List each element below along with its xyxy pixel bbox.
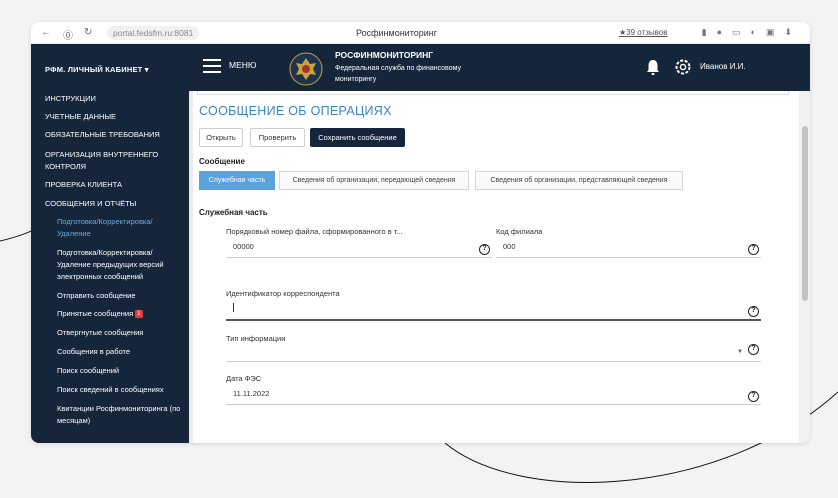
sidebar-subitem-search-messages[interactable]: Поиск сообщений [57,365,185,377]
sidebar-item-requirements[interactable]: ОБЯЗАТЕЛЬНЫЕ ТРЕБОВАНИЯ [45,129,185,141]
open-button[interactable]: Открыть [199,128,243,147]
menu-icon[interactable] [203,59,221,73]
sidebar-subitem-accepted-label: Принятые сообщения [57,309,134,318]
sidebar-subitem-in-progress[interactable]: Сообщения в работе [57,346,185,358]
info-type-label: Тип информации [226,334,286,343]
scrollbar[interactable] [799,91,810,443]
brand-subtitle: Федеральная служба по финансовому монито… [335,65,461,83]
cabinet-menu[interactable]: РФМ. ЛИЧНЫЙ КАБИНЕТ ▾ [45,65,149,74]
sidebar-item-messages[interactable]: СООБЩЕНИЯ И ОТЧЁТЫ [45,198,185,210]
fes-date-input[interactable]: 11.11.2022 [233,389,269,398]
fes-date-underline [226,404,761,405]
browser-tab-title: Росфинмониторинг [356,28,438,38]
sidebar-subitem-prepare[interactable]: Подготовка/Корректировка/Удаление [57,216,185,240]
sidebar-subitem-send[interactable]: Отправить сообщение [57,290,185,302]
fes-date-help-icon[interactable]: ? [748,391,759,402]
section-service-part: Служебная часть [199,208,268,217]
sidebar: ИНСТРУКЦИИ УЧЕТНЫЕ ДАННЫЕ ОБЯЗАТЕЛЬНЫЕ Т… [31,91,189,443]
back-icon[interactable]: ← [41,27,51,38]
browser-toolbar: ← ⓪ ↻ portal.fedsfm.ru:8081 Росфинмонито… [31,22,810,44]
file-number-input[interactable]: 00000 [233,242,254,251]
accepted-count-badge: 1 [135,310,143,318]
check-button[interactable]: Проверить [250,128,305,147]
emblem-icon [289,52,323,86]
brand-title: РОСФИНМОНИТОРИНГ [335,50,434,60]
text-cursor [233,303,234,312]
correspondent-id-underline [226,319,761,321]
browser-window: ← ⓪ ↻ portal.fedsfm.ru:8081 Росфинмонито… [31,22,810,443]
sidebar-subitem-prepare-previous[interactable]: Подготовка/Корректировка/Удаление предыд… [57,247,185,283]
file-number-underline [226,257,492,258]
app-header: РФМ. ЛИЧНЫЙ КАБИНЕТ ▾ МЕНЮ РОСФИНМОНИТОР… [31,44,810,91]
correspondent-id-label: Идентификатор корреспондента [226,289,340,298]
sidebar-item-client-check[interactable]: ПРОВЕРКА КЛИЕНТА [45,179,185,191]
reviews-link[interactable]: ★39 отзывов [619,28,668,37]
bell-icon[interactable] [645,58,661,76]
address-bar[interactable]: portal.fedsfm.ru:8081 [107,26,200,40]
branch-code-help-icon[interactable]: ? [748,244,759,255]
page-title: СООБЩЕНИЕ ОБ ОПЕРАЦИЯХ [199,104,392,118]
correspondent-id-help-icon[interactable]: ? [748,306,759,317]
yandex-icon[interactable]: ⓪ [63,27,73,42]
reload-icon[interactable]: ↻ [84,27,92,38]
chevron-down-icon[interactable]: ▼ [737,349,743,355]
scrollbar-thumb[interactable] [802,126,808,301]
branch-code-input[interactable]: 000 [503,242,516,251]
file-number-help-icon[interactable]: ? [479,244,490,255]
main-area: СООБЩЕНИЕ ОБ ОПЕРАЦИЯХ Открыть Проверить… [189,91,810,443]
sidebar-subitem-search-info[interactable]: Поиск сведений в сообщениях [57,384,185,396]
panel-top-border [197,91,789,95]
info-type-underline [226,361,761,362]
user-name[interactable]: Иванов И.И. [700,62,746,71]
sidebar-subitem-rejected[interactable]: Отвергнутые сообщения [57,327,185,339]
save-message-button[interactable]: Сохранить сообщение [310,128,405,147]
gear-icon[interactable] [673,57,693,77]
file-number-label: Порядковый номер файла, сформированного … [226,227,403,236]
menu-button[interactable]: МЕНЮ [229,60,256,70]
sidebar-item-instructions[interactable]: ИНСТРУКЦИИ [45,93,185,105]
tab-transmitting-org[interactable]: Сведения об организации, передающей свед… [279,171,469,190]
branch-code-underline [496,257,761,258]
tab-representing-org[interactable]: Сведения об организации, представляющей … [475,171,683,190]
tab-service-part[interactable]: Служебная часть [199,171,275,190]
sidebar-subitem-receipts[interactable]: Квитанции Росфинмониторинга (по месяцам) [57,403,185,427]
fes-date-label: Дата ФЭС [226,374,262,383]
sidebar-subitem-accepted[interactable]: Принятые сообщения 1 [57,308,143,320]
info-type-help-icon[interactable]: ? [748,344,759,355]
form-panel: СООБЩЕНИЕ ОБ ОПЕРАЦИЯХ Открыть Проверить… [193,91,799,443]
sidebar-item-account[interactable]: УЧЕТНЫЕ ДАННЫЕ [45,111,185,123]
browser-extension-icons[interactable]: ▮●▭◐▣⬇ [702,27,802,38]
section-message: Сообщение [199,157,245,166]
branch-code-label: Код филиала [496,227,543,236]
sidebar-item-internal-control[interactable]: ОРГАНИЗАЦИЯ ВНУТРЕННЕГО КОНТРОЛЯ [45,149,185,173]
